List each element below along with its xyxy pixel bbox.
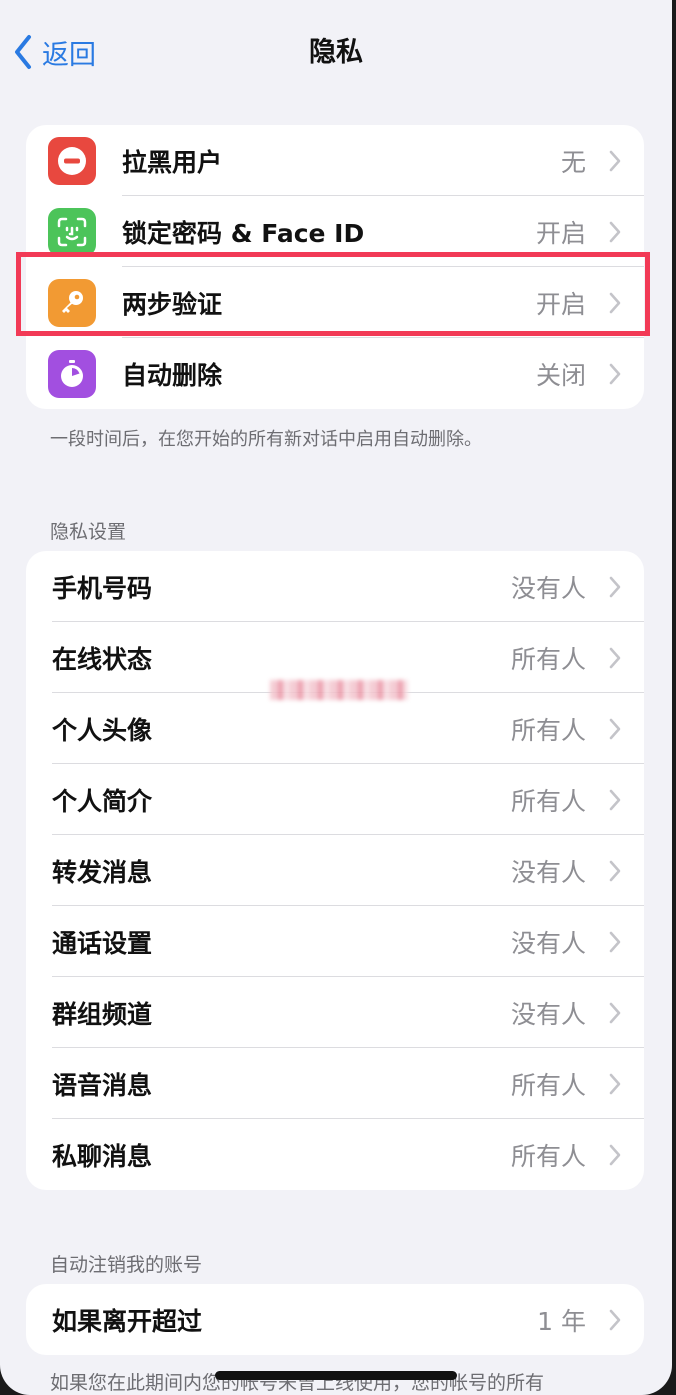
row-label: 私聊消息 [52,1141,153,1171]
row-label: 锁定密码 & Face ID [122,218,365,248]
chevron-right-icon [609,576,621,597]
row-forwarded-messages[interactable]: 转发消息 没有人 [26,835,644,906]
row-value: 1 年 [537,1306,586,1336]
row-value: 关闭 [535,360,586,390]
row-label: 自动删除 [122,360,223,390]
row-phone-number[interactable]: 手机号码 没有人 [26,551,644,622]
privacy-settings-card: 手机号码 没有人 在线状态 所有人 个人头像 所有人 个人简介 所有人 转发消息… [26,551,644,1190]
row-passcode-face-id[interactable]: 锁定密码 & Face ID 开启 [26,196,644,267]
row-label: 手机号码 [52,573,153,603]
row-if-away-for[interactable]: 如果离开超过 1 年 [26,1284,644,1355]
row-value: 所有人 [510,1070,586,1100]
row-label: 转发消息 [52,857,153,887]
row-value: 没有人 [510,573,586,603]
security-card: 拉黑用户 无 锁定密码 & Face ID 开启 两步验证 开启 自动删除 关闭 [26,125,644,409]
row-value: 没有人 [510,857,586,887]
chevron-right-icon [609,718,621,739]
row-value: 无 [560,147,586,177]
row-label: 通话设置 [52,928,153,958]
row-label: 语音消息 [52,1070,153,1100]
home-indicator [215,1371,457,1380]
row-value: 所有人 [510,644,586,674]
row-label: 群组频道 [52,999,153,1029]
row-value: 所有人 [510,786,586,816]
chevron-right-icon [609,221,621,242]
row-groups-channels[interactable]: 群组频道 没有人 [26,977,644,1048]
auto-delete-footnote: 一段时间后，在您开始的所有新对话中启用自动删除。 [50,429,482,450]
row-label: 在线状态 [52,644,153,674]
row-two-step-verification[interactable]: 两步验证 开启 [26,267,644,338]
row-blocked-users[interactable]: 拉黑用户 无 [26,125,644,196]
row-calls[interactable]: 通话设置 没有人 [26,906,644,977]
privacy-screen: 返回 隐私 拉黑用户 无 锁定密码 & Face ID 开启 两步验证 开启 自… [0,0,672,1395]
chevron-right-icon [609,150,621,171]
row-voice-messages[interactable]: 语音消息 所有人 [26,1048,644,1119]
chevron-right-icon [609,1144,621,1165]
account-card: 如果离开超过 1 年 [26,1284,644,1355]
chevron-right-icon [609,1073,621,1094]
row-private-messages[interactable]: 私聊消息 所有人 [26,1119,644,1190]
row-value: 没有人 [510,999,586,1029]
chevron-right-icon [609,789,621,810]
navigation-bar: 返回 隐私 [0,0,672,100]
row-label: 两步验证 [122,289,223,319]
chevron-right-icon [609,1309,621,1330]
row-label: 拉黑用户 [122,147,223,177]
block-icon [48,136,96,185]
page-title: 隐私 [309,37,363,68]
chevron-right-icon [609,292,621,313]
row-auto-delete[interactable]: 自动删除 关闭 [26,338,644,409]
row-bio[interactable]: 个人简介 所有人 [26,764,644,835]
face-id-icon [48,207,96,256]
chevron-right-icon [609,363,621,384]
chevron-right-icon [609,1002,621,1023]
row-label: 个人头像 [52,715,153,745]
row-value: 所有人 [510,715,586,745]
privacy-section-header: 隐私设置 [50,521,127,543]
timer-icon [48,349,96,398]
chevron-right-icon [609,647,621,668]
row-value: 没有人 [510,928,586,958]
row-label: 个人简介 [52,786,153,816]
redacted-watermark [270,680,408,700]
account-section-header: 自动注销我的账号 [50,1254,203,1276]
row-value: 开启 [535,218,586,248]
row-value: 开启 [535,289,586,319]
row-value: 所有人 [510,1141,586,1171]
chevron-right-icon [609,860,621,881]
row-profile-photo[interactable]: 个人头像 所有人 [26,693,644,764]
row-label: 如果离开超过 [52,1306,203,1336]
chevron-right-icon [609,931,621,952]
key-icon [48,278,96,327]
